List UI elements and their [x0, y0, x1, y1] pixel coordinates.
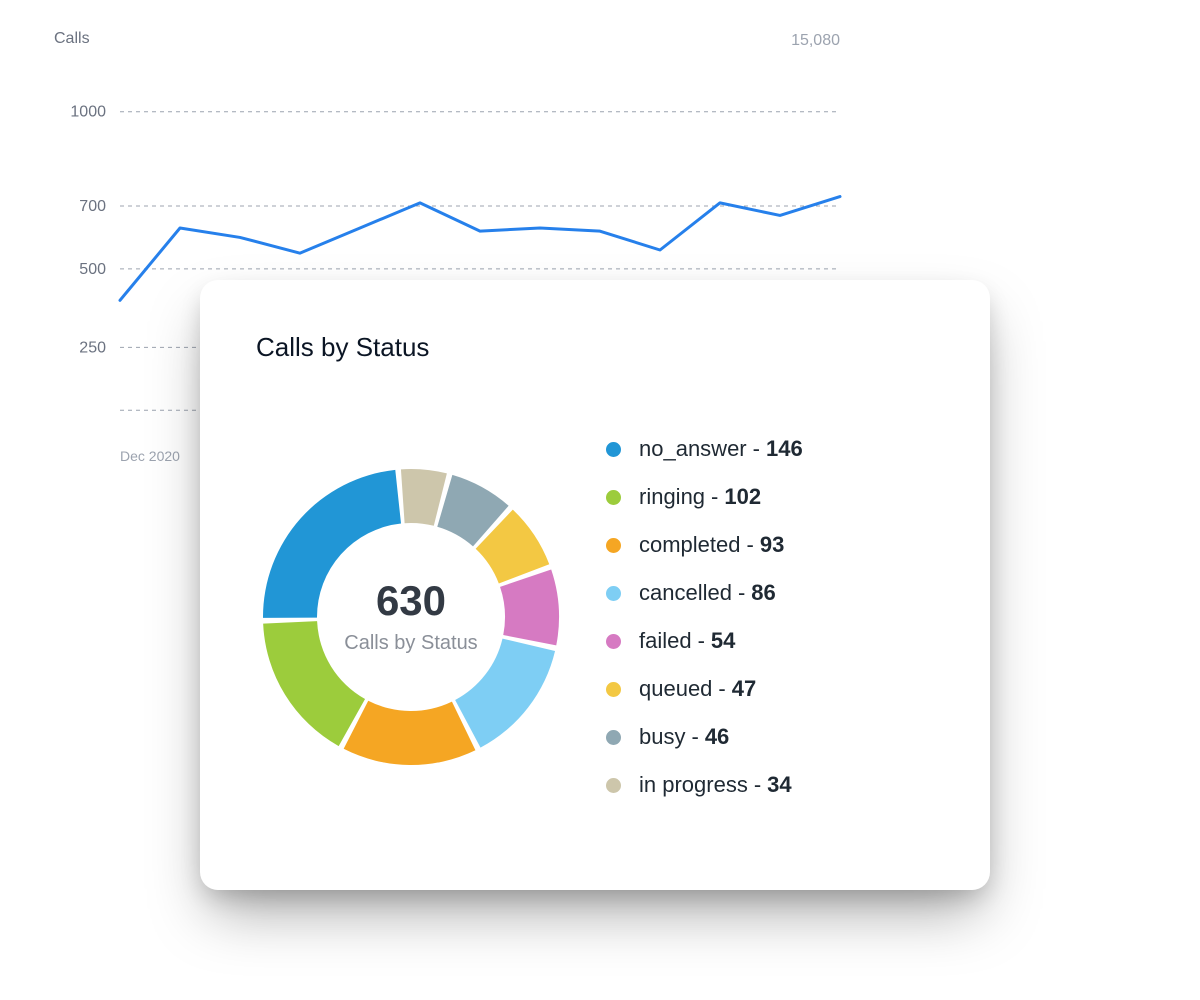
legend-item-no_answer: no_answer - 146	[606, 436, 803, 462]
line-chart-x-tick: Dec 2020	[120, 448, 180, 464]
legend-label: completed	[639, 532, 741, 558]
donut-slice-failed	[500, 570, 559, 646]
legend-dot-icon	[606, 538, 621, 553]
legend-dot-icon	[606, 778, 621, 793]
legend-label: failed	[639, 628, 692, 654]
donut-svg	[256, 462, 566, 772]
legend-separator: -	[718, 676, 725, 702]
legend-dot-icon	[606, 490, 621, 505]
legend-value: 54	[711, 628, 735, 654]
legend-separator: -	[691, 724, 698, 750]
legend-dot-icon	[606, 586, 621, 601]
donut-chart: 630 Calls by Status	[256, 462, 566, 772]
legend-separator: -	[698, 628, 705, 654]
legend-value: 86	[751, 580, 775, 606]
donut-slice-cancelled	[455, 639, 555, 748]
svg-text:1000: 1000	[70, 104, 106, 121]
legend-separator: -	[753, 436, 760, 462]
legend-value: 47	[732, 676, 756, 702]
donut-slice-in-progress	[401, 469, 447, 526]
svg-text:700: 700	[79, 198, 106, 215]
legend-dot-icon	[606, 682, 621, 697]
legend-item-completed: completed - 93	[606, 532, 803, 558]
donut-slice-completed	[344, 701, 476, 765]
donut-slice-no_answer	[263, 470, 401, 618]
legend-separator: -	[754, 772, 761, 798]
legend-label: no_answer	[639, 436, 747, 462]
card-title: Calls by Status	[256, 332, 934, 363]
legend-item-cancelled: cancelled - 86	[606, 580, 803, 606]
line-chart-total: 15,080	[791, 32, 840, 50]
svg-text:250: 250	[79, 339, 106, 356]
legend-item-in-progress: in progress - 34	[606, 772, 803, 798]
legend-dot-icon	[606, 730, 621, 745]
legend-separator: -	[711, 484, 718, 510]
legend-item-queued: queued - 47	[606, 676, 803, 702]
legend-label: cancelled	[639, 580, 732, 606]
legend-separator: -	[747, 532, 754, 558]
legend-label: queued	[639, 676, 712, 702]
legend-item-ringing: ringing - 102	[606, 484, 803, 510]
legend-value: 146	[766, 436, 803, 462]
legend-dot-icon	[606, 442, 621, 457]
legend-label: ringing	[639, 484, 705, 510]
donut-slice-ringing	[263, 621, 365, 746]
calls-by-status-card: Calls by Status 630 Calls by Status no_a…	[200, 280, 990, 890]
legend-value: 34	[767, 772, 791, 798]
legend-item-failed: failed - 54	[606, 628, 803, 654]
legend-value: 93	[760, 532, 784, 558]
legend-label: busy	[639, 724, 685, 750]
legend: no_answer - 146 ringing - 102 completed - …	[606, 436, 803, 798]
legend-label: in progress	[639, 772, 748, 798]
legend-dot-icon	[606, 634, 621, 649]
legend-value: 46	[705, 724, 729, 750]
line-chart-ylabel: Calls	[54, 30, 850, 48]
legend-value: 102	[724, 484, 761, 510]
legend-separator: -	[738, 580, 745, 606]
svg-text:500: 500	[79, 261, 106, 278]
legend-item-busy: busy - 46	[606, 724, 803, 750]
